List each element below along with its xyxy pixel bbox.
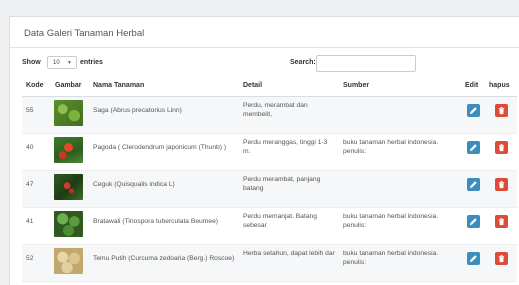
cell-detail: Perdu, merambat dan membelit, bbox=[239, 96, 339, 134]
cell-detail: Perdu merambat, panjang batang bbox=[239, 170, 339, 208]
plant-thumbnail bbox=[54, 210, 83, 237]
trash-icon bbox=[498, 180, 504, 188]
show-label: Show bbox=[22, 59, 41, 66]
plant-thumbnail bbox=[54, 99, 83, 126]
cell-kode: 55 bbox=[22, 96, 51, 134]
cell-edit bbox=[461, 170, 485, 208]
delete-button[interactable] bbox=[494, 214, 508, 228]
pencil-icon bbox=[469, 254, 477, 262]
table-header-row: Kode Gambar Nama Tanaman Detail Sumber E… bbox=[22, 76, 517, 97]
cell-hapus bbox=[485, 207, 517, 245]
entries-label: entries bbox=[80, 59, 103, 66]
edit-button[interactable] bbox=[466, 103, 480, 117]
table-row: 55 Saga (Abrus precatorius Linn) Perdu, … bbox=[22, 96, 517, 134]
cell-kode: 47 bbox=[22, 170, 51, 208]
cell-sumber bbox=[339, 170, 461, 208]
edit-button[interactable] bbox=[466, 251, 480, 265]
cell-nama: Bratawali (Tinospora tuberculata Beumee) bbox=[89, 207, 239, 245]
cell-edit bbox=[461, 244, 485, 282]
pencil-icon bbox=[469, 143, 477, 151]
cell-gambar bbox=[51, 244, 89, 282]
cell-nama: Temu Putih (Curcuma zedoaria (Berg.) Ros… bbox=[89, 244, 239, 282]
pencil-icon bbox=[469, 217, 477, 225]
header-gambar[interactable]: Gambar bbox=[51, 76, 89, 97]
plant-thumbnail bbox=[54, 247, 83, 274]
cell-nama: Saga (Abrus precatorius Linn) bbox=[89, 96, 239, 134]
table-controls: Show 10 ▼ entries Search: bbox=[22, 55, 517, 73]
plant-thumbnail bbox=[54, 173, 83, 200]
cell-nama: Pagoda ( Clerodendrum japonicum (Thunb) … bbox=[89, 133, 239, 171]
header-hapus[interactable]: hapus bbox=[485, 76, 517, 97]
cell-kode: 40 bbox=[22, 133, 51, 171]
edit-button[interactable] bbox=[466, 177, 480, 191]
caret-down-icon: ▼ bbox=[67, 60, 72, 66]
cell-gambar bbox=[51, 96, 89, 134]
header-edit[interactable]: Edit bbox=[461, 76, 485, 97]
cell-edit bbox=[461, 96, 485, 134]
edit-button[interactable] bbox=[466, 140, 480, 154]
cell-detail: Herba setahun, dapat lebih dar bbox=[239, 244, 339, 282]
cell-detail: Perdu memanjat. Batang sebesar bbox=[239, 207, 339, 245]
cell-gambar bbox=[51, 170, 89, 208]
trash-icon bbox=[498, 254, 504, 262]
herbal-table: Kode Gambar Nama Tanaman Detail Sumber E… bbox=[22, 76, 517, 282]
table-row: 52 Temu Putih (Curcuma zedoaria (Berg.) … bbox=[22, 244, 517, 282]
entries-length-value: 10 bbox=[53, 60, 60, 66]
cell-sumber bbox=[339, 96, 461, 134]
cell-nama: Ceguk (Quisqualis indica L) bbox=[89, 170, 239, 208]
page-background: Data Galeri Tanaman Herbal Show 10 ▼ ent… bbox=[0, 0, 519, 285]
panel-divider bbox=[10, 47, 519, 48]
entries-length-select[interactable]: 10 ▼ bbox=[47, 56, 77, 69]
cell-sumber: buku tanaman herbal indonesia. penulis: bbox=[339, 244, 461, 282]
cell-detail: Perdu meranggas, tinggi 1-3 m. bbox=[239, 133, 339, 171]
cell-edit bbox=[461, 133, 485, 171]
trash-icon bbox=[498, 106, 504, 114]
cell-edit bbox=[461, 207, 485, 245]
cell-hapus bbox=[485, 96, 517, 134]
header-detail[interactable]: Detail bbox=[239, 76, 339, 97]
pencil-icon bbox=[469, 180, 477, 188]
header-sumber[interactable]: Sumber bbox=[339, 76, 461, 97]
header-nama[interactable]: Nama Tanaman bbox=[89, 76, 239, 97]
table-row: 41 Bratawali (Tinospora tuberculata Beum… bbox=[22, 207, 517, 245]
table-row: 47 Ceguk (Quisqualis indica L) Perdu mer… bbox=[22, 170, 517, 208]
delete-button[interactable] bbox=[494, 103, 508, 117]
table-row: 40 Pagoda ( Clerodendrum japonicum (Thun… bbox=[22, 133, 517, 171]
trash-icon bbox=[498, 143, 504, 151]
cell-hapus bbox=[485, 170, 517, 208]
search-input[interactable] bbox=[316, 55, 416, 72]
cell-kode: 52 bbox=[22, 244, 51, 282]
search-label: Search: bbox=[290, 59, 316, 66]
delete-button[interactable] bbox=[494, 251, 508, 265]
cell-gambar bbox=[51, 207, 89, 245]
cell-hapus bbox=[485, 133, 517, 171]
pencil-icon bbox=[469, 106, 477, 114]
delete-button[interactable] bbox=[494, 177, 508, 191]
cell-gambar bbox=[51, 133, 89, 171]
edit-button[interactable] bbox=[466, 214, 480, 228]
panel-title: Data Galeri Tanaman Herbal bbox=[24, 28, 145, 39]
cell-kode: 41 bbox=[22, 207, 51, 245]
header-kode[interactable]: Kode bbox=[22, 76, 51, 97]
delete-button[interactable] bbox=[494, 140, 508, 154]
plant-thumbnail bbox=[54, 136, 83, 163]
cell-hapus bbox=[485, 244, 517, 282]
trash-icon bbox=[498, 217, 504, 225]
cell-sumber: buku tanaman herbal indonesia. penulis: bbox=[339, 133, 461, 171]
content-panel: Data Galeri Tanaman Herbal Show 10 ▼ ent… bbox=[9, 16, 519, 285]
cell-sumber: buku tanaman herbal indonesia. penulis: bbox=[339, 207, 461, 245]
